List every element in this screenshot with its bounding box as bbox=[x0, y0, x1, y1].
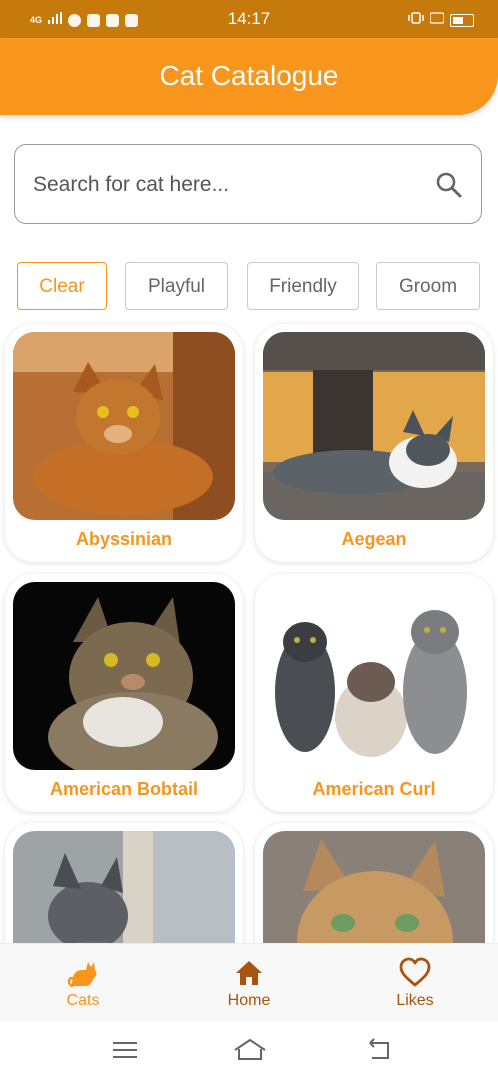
filter-chip-clear[interactable]: Clear bbox=[17, 262, 107, 310]
status-icons-right bbox=[408, 11, 474, 29]
back-icon[interactable] bbox=[366, 1037, 394, 1063]
nav-likes[interactable]: Likes bbox=[332, 944, 498, 1022]
heart-icon bbox=[398, 956, 432, 990]
page-title: Cat Catalogue bbox=[159, 60, 339, 91]
cat-photo bbox=[13, 582, 235, 770]
search-input[interactable] bbox=[31, 165, 415, 205]
nav-home[interactable]: Home bbox=[166, 944, 332, 1022]
app-header: Cat Catalogue bbox=[0, 38, 498, 115]
cat-photo bbox=[13, 332, 235, 520]
cat-name: Aegean bbox=[341, 529, 407, 549]
nav-label: Likes bbox=[396, 992, 434, 1009]
menu-icon[interactable] bbox=[111, 1037, 139, 1063]
cat-name: American Curl bbox=[312, 779, 436, 799]
vibrate-icon bbox=[408, 11, 424, 29]
bottom-navigation: Cats Home Likes bbox=[0, 943, 498, 1022]
nav-label: Home bbox=[227, 992, 271, 1009]
filter-chip-playful[interactable]: Playful bbox=[125, 262, 228, 310]
cat-photo bbox=[263, 332, 485, 520]
cat-icon bbox=[66, 956, 100, 990]
volte-icon bbox=[429, 11, 445, 29]
system-navigation-bar bbox=[0, 1021, 498, 1080]
system-home-icon[interactable] bbox=[233, 1037, 267, 1063]
cat-name: Abyssinian bbox=[75, 529, 173, 549]
cat-card-abyssinian[interactable]: Abyssinian bbox=[5, 324, 243, 562]
cat-card-american-curl[interactable]: American Curl bbox=[255, 574, 493, 812]
search-bar[interactable] bbox=[14, 144, 482, 224]
cat-card-american-bobtail[interactable]: American Bobtail bbox=[5, 574, 243, 812]
filter-chip-friendly[interactable]: Friendly bbox=[247, 262, 359, 310]
filter-chip-groom[interactable]: Groom bbox=[376, 262, 480, 310]
home-icon bbox=[232, 956, 266, 990]
cat-name: American Bobtail bbox=[49, 779, 199, 799]
nav-cats[interactable]: Cats bbox=[0, 944, 166, 1022]
status-bar: 4G 14:17 bbox=[0, 0, 498, 38]
nav-label: Cats bbox=[66, 992, 100, 1009]
cat-card-aegean[interactable]: Aegean bbox=[255, 324, 493, 562]
cat-photo bbox=[263, 582, 485, 770]
search-icon[interactable] bbox=[435, 171, 463, 199]
battery-icon bbox=[450, 13, 474, 27]
